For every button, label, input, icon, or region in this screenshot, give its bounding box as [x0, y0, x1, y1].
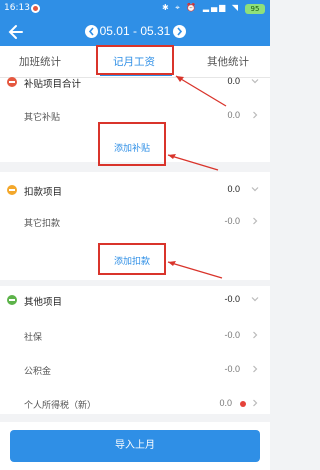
footer-bar: 导入上月: [0, 422, 270, 470]
import-last-month-button[interactable]: 导入上月: [10, 430, 260, 462]
other-items-section: 其他项目 -0.0 社保 -0.0 公积金 -0.0 个人所得税（新） 0.0: [0, 286, 270, 414]
social-security-value: -0.0: [224, 330, 240, 340]
app-notification-icon: [31, 4, 40, 13]
housing-fund-value: -0.0: [224, 364, 240, 374]
list-item[interactable]: 其它补贴 0.0: [0, 104, 270, 128]
income-tax-label: 个人所得税（新）: [24, 401, 97, 411]
chevron-down-icon: [251, 187, 259, 192]
battery-icon: 95: [245, 4, 265, 14]
subsidy-item-label: 其它补贴: [24, 113, 61, 123]
housing-fund-label: 公积金: [24, 367, 52, 377]
others-total: -0.0: [224, 294, 240, 304]
next-period-button[interactable]: [173, 25, 186, 38]
chevron-right-icon: [253, 111, 258, 119]
period-label[interactable]: 05.01 - 05.31: [0, 24, 270, 38]
social-security-label: 社保: [24, 333, 43, 343]
top-header: 05.01 - 05.31: [0, 18, 270, 46]
subsidy-title: 补贴项目合计: [24, 79, 82, 90]
notification-dot: [240, 401, 246, 407]
status-time: 16:13: [4, 3, 30, 13]
deductions-total: 0.0: [227, 184, 240, 194]
deductions-item-label: 其它扣款: [24, 219, 61, 229]
subsidy-total: 0.0: [227, 76, 240, 86]
subsidy-dot-icon: [7, 77, 17, 87]
list-item[interactable]: 社保 -0.0: [0, 324, 270, 348]
others-title: 其他项目: [24, 297, 63, 308]
add-subsidy-button[interactable]: 添加补贴: [100, 141, 164, 154]
status-bar: 16:13 ✱ ⌖ ⏰ ▂▄▆ ◥ 95: [0, 0, 270, 18]
chevron-right-icon: [177, 27, 183, 36]
chevron-down-icon: [251, 297, 259, 302]
add-deduction-button[interactable]: 添加扣款: [100, 254, 164, 267]
others-header-row[interactable]: 其他项目 -0.0: [0, 288, 270, 312]
others-dot-icon: [7, 295, 17, 305]
deductions-section: 扣款项目 0.0 其它扣款 -0.0 添加扣款: [0, 172, 270, 280]
subsidy-section: 补贴项目合计 0.0 其它补贴 0.0 添加补贴: [0, 76, 270, 162]
deductions-dot-icon: [7, 185, 17, 195]
deductions-header-row[interactable]: 扣款项目 0.0: [0, 178, 270, 202]
subsidy-item-value: 0.0: [227, 110, 240, 120]
chevron-down-icon: [251, 79, 259, 84]
income-tax-value: 0.0: [219, 398, 232, 408]
list-item[interactable]: 公积金 -0.0: [0, 358, 270, 382]
chevron-right-icon: [253, 331, 258, 339]
deductions-item-value: -0.0: [224, 216, 240, 226]
status-icons: ✱ ⌖ ⏰ ▂▄▆ ◥: [162, 3, 240, 12]
chevron-right-icon: [253, 399, 258, 407]
subsidy-header-row[interactable]: 补贴项目合计 0.0: [0, 70, 270, 94]
list-item[interactable]: 其它扣款 -0.0: [0, 210, 270, 234]
deductions-title: 扣款项目: [24, 187, 63, 198]
chevron-right-icon: [253, 365, 258, 373]
chevron-right-icon: [253, 217, 258, 225]
list-item[interactable]: 个人所得税（新） 0.0: [0, 392, 270, 416]
